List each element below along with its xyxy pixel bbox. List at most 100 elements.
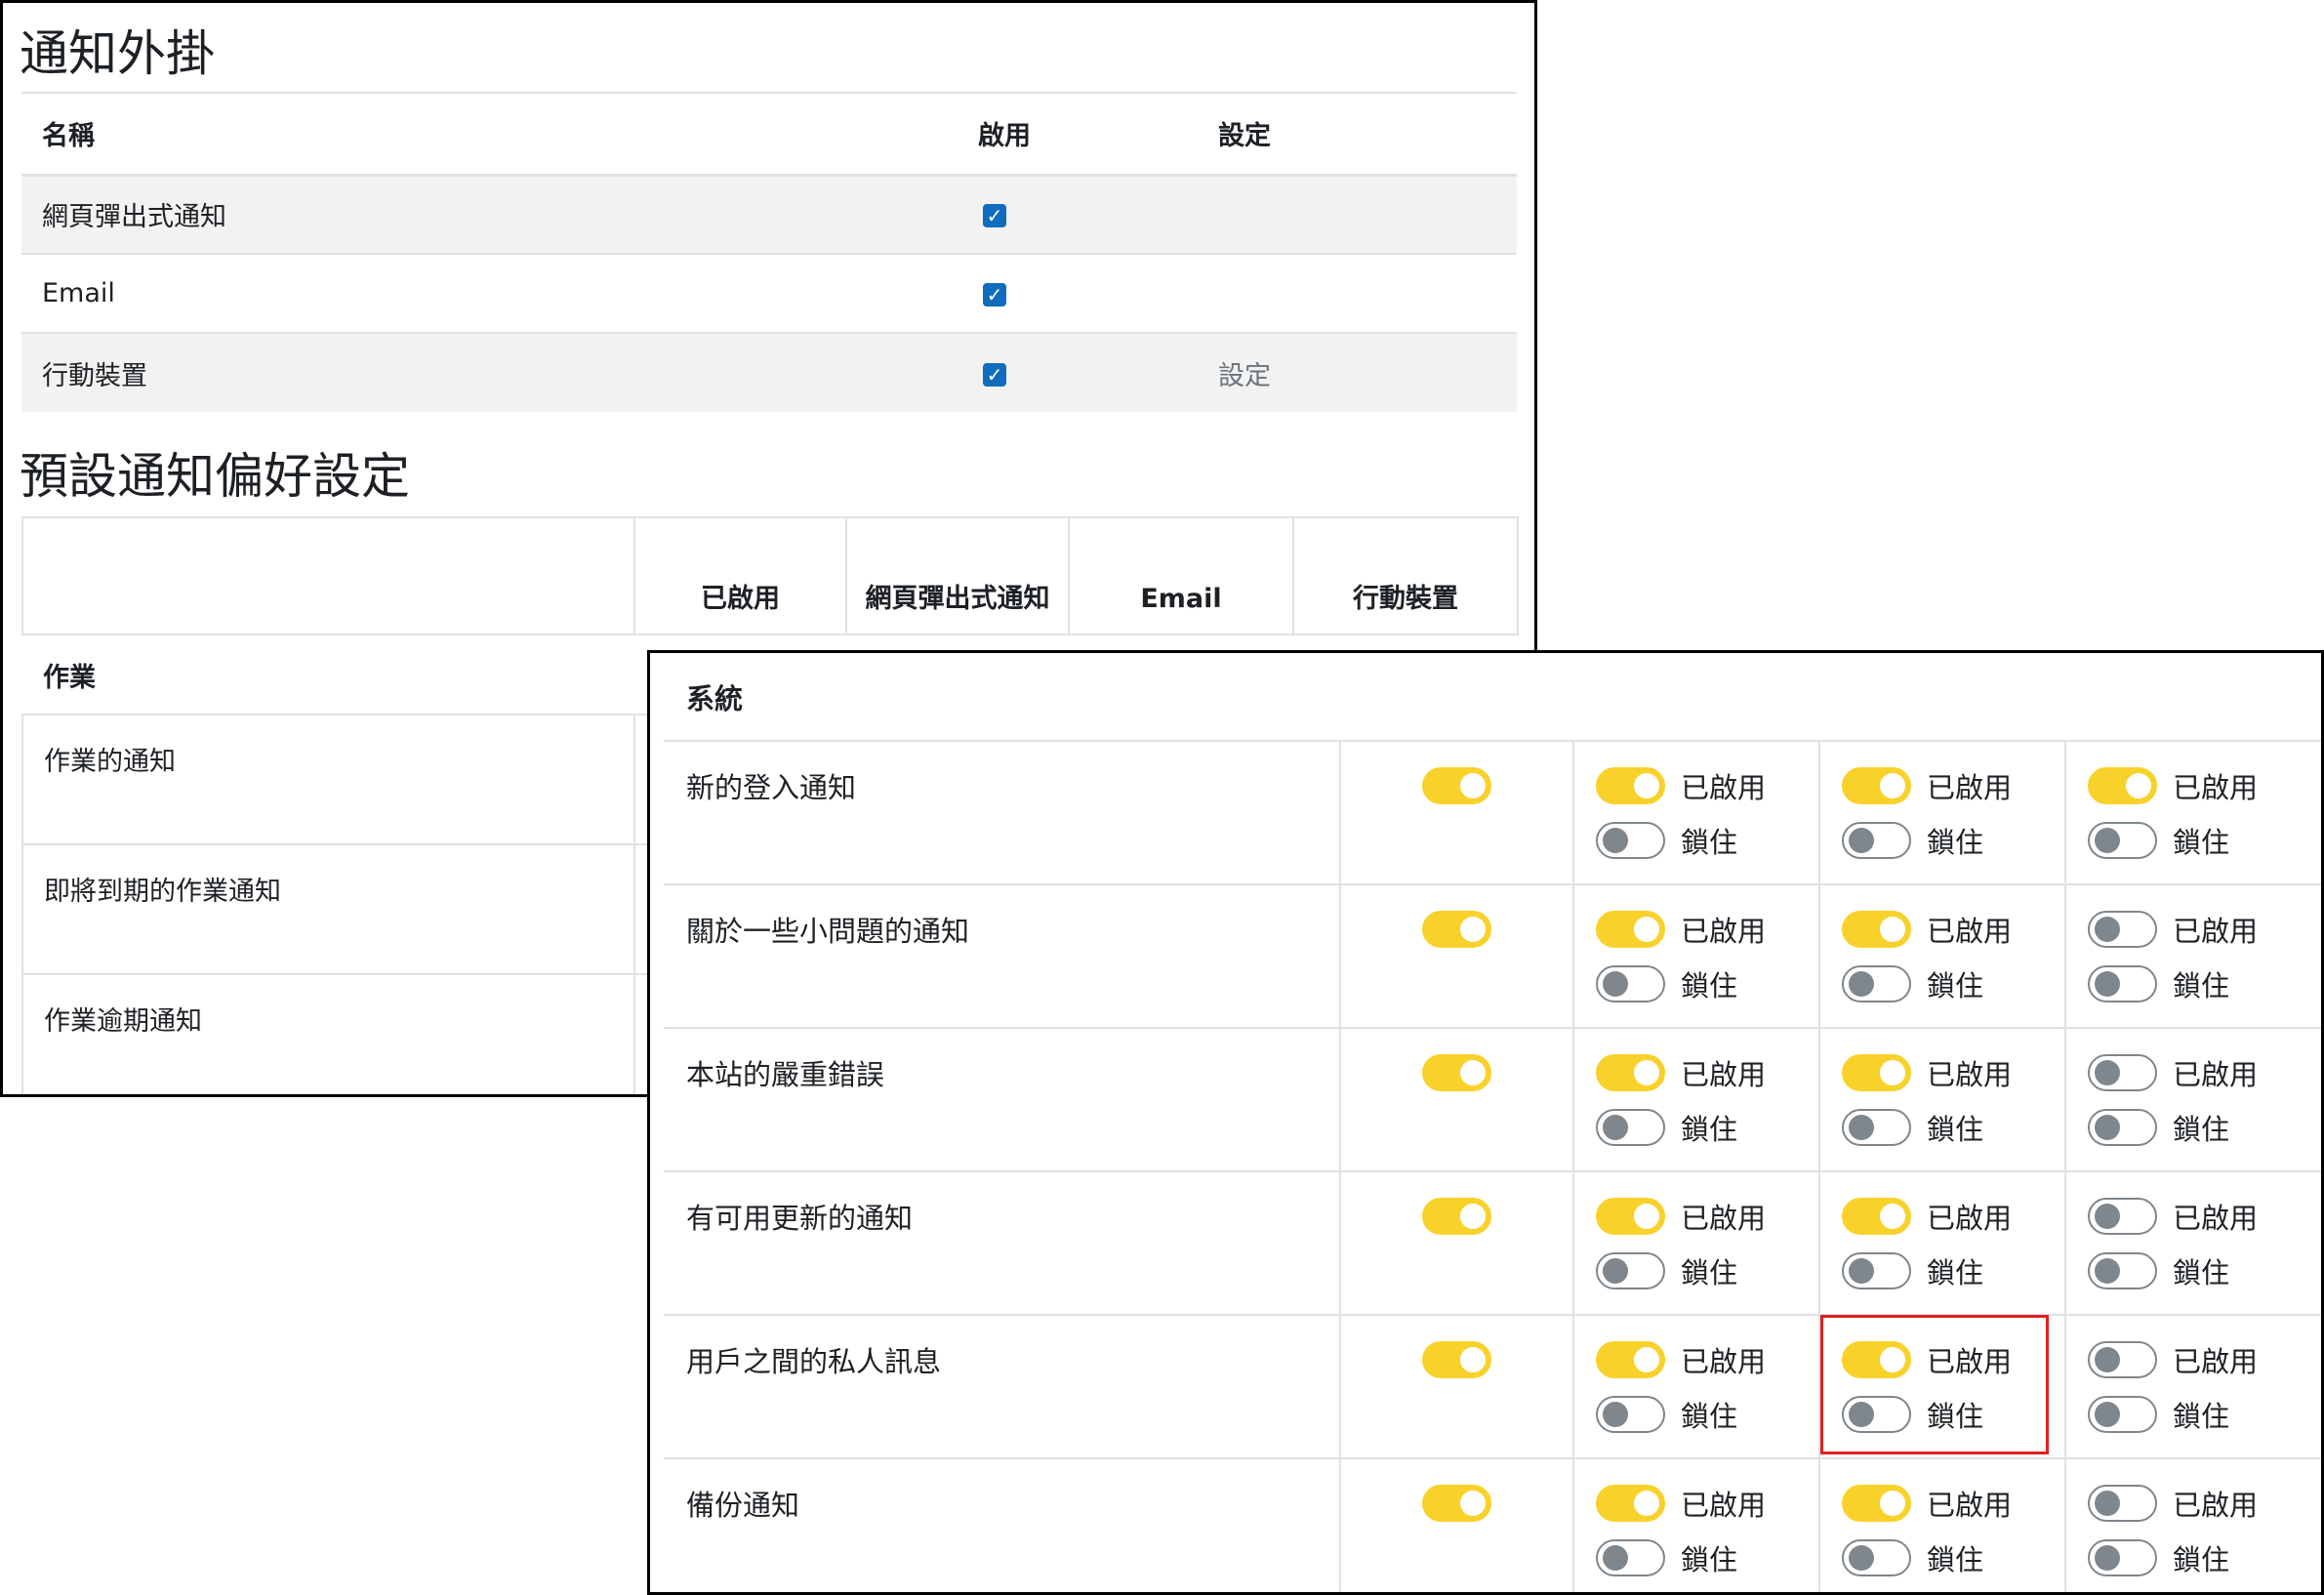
- locked-label: 鎖住: [2173, 1256, 2230, 1289]
- toggle-knob: [1460, 1204, 1486, 1229]
- email-locked-toggle[interactable]: [1842, 1396, 1911, 1433]
- enable-checkbox[interactable]: ✓: [983, 362, 1006, 387]
- toggle-knob: [1634, 1204, 1659, 1229]
- mobile-locked-toggle[interactable]: [2088, 1396, 2157, 1433]
- toggle-knob: [1880, 773, 1905, 798]
- email-locked-toggle[interactable]: [1842, 1252, 1911, 1289]
- table-row: 網頁彈出式通知 ✓: [21, 175, 1517, 254]
- plugin-settings: [1198, 254, 1517, 333]
- table-row: 新的登入通知 已啟用 鎖住 已啟用 鎖住 已啟用 鎖住: [664, 741, 2321, 885]
- mobile-enabled-toggle[interactable]: [2088, 1341, 2157, 1378]
- email-enabled-toggle[interactable]: [1842, 1485, 1911, 1522]
- toggle-knob: [1880, 1060, 1905, 1085]
- email-enabled-toggle[interactable]: [1842, 1341, 1911, 1378]
- toggle-knob: [1460, 773, 1486, 798]
- enabled-label: 已啟用: [2173, 1345, 2259, 1378]
- enable-checkbox[interactable]: ✓: [983, 204, 1006, 228]
- popup-enabled-toggle[interactable]: [1596, 1341, 1665, 1378]
- pref-item-label: 關於一些小問題的通知: [664, 884, 1340, 1029]
- email-locked-toggle[interactable]: [1842, 1539, 1911, 1576]
- mobile-locked-toggle[interactable]: [2088, 1252, 2157, 1289]
- table-row: Email ✓: [21, 254, 1517, 333]
- email-locked-toggle[interactable]: [1842, 1109, 1911, 1146]
- enabled-toggle[interactable]: [1422, 767, 1491, 804]
- enabled-toggle[interactable]: [1422, 1485, 1491, 1522]
- mobile-enabled-toggle[interactable]: [2088, 767, 2157, 804]
- enabled-toggle[interactable]: [1422, 1341, 1491, 1378]
- locked-label: 鎖住: [1927, 969, 1984, 1002]
- mobile-locked-toggle[interactable]: [2088, 822, 2157, 859]
- toggle-knob: [1603, 1258, 1628, 1284]
- toggle-knob: [1634, 917, 1659, 942]
- popup-locked-toggle[interactable]: [1596, 822, 1665, 859]
- email-enabled-toggle[interactable]: [1842, 1054, 1911, 1091]
- mobile-locked-toggle[interactable]: [2088, 1539, 2157, 1576]
- mobile-locked-toggle[interactable]: [2088, 1109, 2157, 1146]
- popup-locked-toggle[interactable]: [1596, 1539, 1665, 1576]
- locked-label: 鎖住: [1681, 1113, 1738, 1146]
- popup-enabled-toggle[interactable]: [1596, 1198, 1665, 1235]
- preferences-title: 預設通知偏好設定: [20, 448, 410, 505]
- pref-item-label: 有可用更新的通知: [664, 1171, 1340, 1316]
- toggle-knob: [1634, 1347, 1659, 1372]
- toggle-knob: [2095, 1545, 2120, 1571]
- mobile-enabled-toggle[interactable]: [2088, 911, 2157, 948]
- header-enable: 啟用: [978, 92, 1198, 177]
- locked-label: 鎖住: [2173, 969, 2230, 1002]
- email-enabled-toggle[interactable]: [1842, 1198, 1911, 1235]
- email-locked-toggle[interactable]: [1842, 822, 1911, 859]
- toggle-knob: [1460, 1347, 1486, 1372]
- popup-enabled-toggle[interactable]: [1596, 1054, 1665, 1091]
- email-enabled-toggle[interactable]: [1842, 767, 1911, 804]
- enabled-label: 已啟用: [1681, 1345, 1767, 1378]
- enabled-label: 已啟用: [1681, 1489, 1767, 1522]
- enabled-label: 已啟用: [2173, 771, 2259, 804]
- system-table: 系統 新的登入通知 已啟用 鎖住 已啟用 鎖住 已啟用 鎖住 關於一些小問題的通知 已啟用 鎖住已…: [664, 653, 2321, 1592]
- pref-item-label: 備份通知: [664, 1458, 1340, 1592]
- enabled-label: 已啟用: [2173, 915, 2259, 948]
- enable-checkbox[interactable]: ✓: [983, 283, 1006, 307]
- toggle-knob: [1849, 971, 1874, 997]
- toggle-knob: [2095, 1258, 2120, 1284]
- pref-item-label: 新的登入通知: [664, 741, 1340, 885]
- enabled-label: 已啟用: [1927, 1202, 2013, 1235]
- toggle-knob: [1849, 1258, 1874, 1284]
- toggle-knob: [2095, 971, 2120, 997]
- popup-enabled-toggle[interactable]: [1596, 767, 1665, 804]
- popup-locked-toggle[interactable]: [1596, 1109, 1665, 1146]
- locked-label: 鎖住: [1927, 1256, 1984, 1289]
- toggle-knob: [1849, 1115, 1874, 1140]
- toggle-knob: [1880, 1347, 1905, 1372]
- popup-locked-toggle[interactable]: [1596, 1396, 1665, 1433]
- mobile-enabled-toggle[interactable]: [2088, 1198, 2157, 1235]
- group-heading: 系統: [664, 653, 2321, 742]
- table-row: 用戶之間的私人訊息 已啟用 鎖住 已啟用 鎖住 已啟用 鎖住: [664, 1315, 2321, 1459]
- locked-label: 鎖住: [1927, 1113, 1984, 1146]
- email-locked-toggle[interactable]: [1842, 965, 1911, 1002]
- enabled-toggle[interactable]: [1422, 1198, 1491, 1235]
- mobile-enabled-toggle[interactable]: [2088, 1054, 2157, 1091]
- popup-locked-toggle[interactable]: [1596, 965, 1665, 1002]
- pref-item-label: 作業的通知: [21, 715, 635, 845]
- locked-label: 鎖住: [1681, 969, 1738, 1002]
- plugin-name: Email: [42, 278, 115, 308]
- toggle-knob: [1603, 1402, 1628, 1427]
- mobile-enabled-toggle[interactable]: [2088, 1485, 2157, 1522]
- popup-enabled-toggle[interactable]: [1596, 1485, 1665, 1522]
- enabled-toggle[interactable]: [1422, 1054, 1491, 1091]
- enabled-label: 已啟用: [1927, 1058, 2013, 1091]
- mobile-locked-toggle[interactable]: [2088, 965, 2157, 1002]
- toggle-knob: [2095, 1491, 2120, 1516]
- enabled-label: 已啟用: [2173, 1489, 2259, 1522]
- toggle-knob: [1634, 773, 1659, 798]
- locked-label: 鎖住: [2173, 1543, 2230, 1576]
- system-preferences-panel: 系統 新的登入通知 已啟用 鎖住 已啟用 鎖住 已啟用 鎖住 關於一些小問題的通知 已啟用 鎖住已…: [647, 650, 2324, 1595]
- popup-locked-toggle[interactable]: [1596, 1252, 1665, 1289]
- email-enabled-toggle[interactable]: [1842, 911, 1911, 948]
- enabled-label: 已啟用: [2173, 1202, 2259, 1235]
- settings-link[interactable]: 設定: [1218, 361, 1271, 391]
- locked-label: 鎖住: [2173, 1113, 2230, 1146]
- enabled-toggle[interactable]: [1422, 911, 1491, 948]
- popup-enabled-toggle[interactable]: [1596, 911, 1665, 948]
- enabled-label: 已啟用: [1681, 1202, 1767, 1235]
